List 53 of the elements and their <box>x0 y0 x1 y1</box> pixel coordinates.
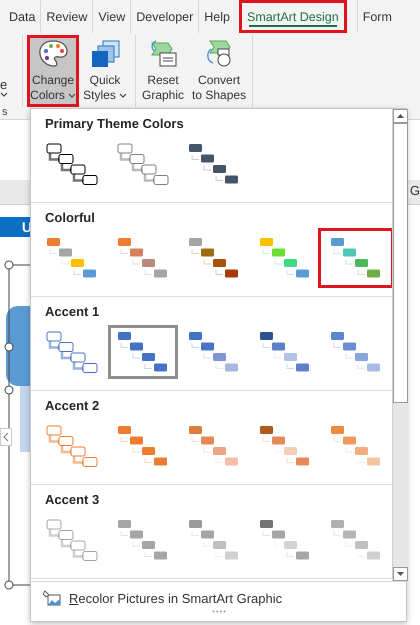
hierarchy-thumbnail-icon <box>45 330 99 374</box>
column-header: G <box>408 183 420 198</box>
ribbon-button[interactable]: Convert to Shapes <box>190 35 248 107</box>
color-option[interactable] <box>321 231 391 285</box>
hierarchy-thumbnail-icon <box>329 518 383 562</box>
scroll-down-button[interactable] <box>393 567 408 581</box>
ribbon-button[interactable]: Reset Graphic <box>140 35 186 107</box>
hierarchy-thumbnail-icon <box>329 236 383 280</box>
resize-grip-icon[interactable] <box>212 610 226 613</box>
hierarchy-thumbnail-icon <box>116 236 170 280</box>
ribbon-button[interactable]: Change Colors <box>27 35 79 107</box>
hierarchy-thumbnail-icon <box>187 330 241 374</box>
color-option[interactable] <box>108 325 178 379</box>
hierarchy-thumbnail-icon <box>116 330 170 374</box>
collapse-button[interactable] <box>0 428 12 446</box>
section-title: Accent 3 <box>44 492 100 509</box>
hierarchy-thumbnail-icon <box>187 142 241 186</box>
caret-icon <box>0 92 8 97</box>
section-title: Colorful <box>44 210 96 227</box>
hierarchy-thumbnail-icon <box>258 424 312 468</box>
hierarchy-thumbnail-icon <box>45 236 99 280</box>
hierarchy-thumbnail-icon <box>329 424 383 468</box>
scroll-up-button[interactable] <box>393 109 408 123</box>
stacked-squares-icon <box>89 39 121 69</box>
hierarchy-thumbnail-icon <box>329 330 383 374</box>
recolor-picture-icon <box>43 590 61 606</box>
ribbon-button-label[interactable]: e <box>0 77 8 92</box>
hierarchy-thumbnail-icon <box>45 142 99 186</box>
hierarchy-thumbnail-icon <box>258 518 312 562</box>
hierarchy-thumbnail-icon <box>187 424 241 468</box>
hierarchy-thumbnail-icon <box>116 518 170 562</box>
chevron-icon <box>3 432 9 442</box>
triangle-down-icon <box>397 572 404 576</box>
hierarchy-thumbnail-icon <box>116 424 170 468</box>
hierarchy-thumbnail-icon <box>258 236 312 280</box>
ribbon-button[interactable]: Quick Styles <box>79 35 131 107</box>
hierarchy-thumbnail-icon <box>187 518 241 562</box>
scrollbar-thumb[interactable] <box>393 123 408 403</box>
hierarchy-thumbnail-icon <box>187 236 241 280</box>
group-label: s <box>2 106 8 118</box>
section-title: Accent 1 <box>44 304 100 321</box>
hierarchy-thumbnail-icon <box>258 330 312 374</box>
selection-frame[interactable] <box>4 260 30 590</box>
section-title: Primary Theme Colors <box>44 116 185 133</box>
hierarchy-thumbnail-icon <box>116 142 170 186</box>
palette-icon <box>37 39 69 69</box>
ribbon-tab[interactable]: SmartArt Design <box>238 0 347 33</box>
triangle-up-icon <box>397 114 404 118</box>
ribbon-tab[interactable]: Data <box>4 0 40 33</box>
recolor-pictures-command[interactable]: Recolor Pictures in SmartArt Graphic <box>69 590 282 606</box>
section-title: Accent 2 <box>44 398 100 415</box>
hierarchy-thumbnail-icon <box>45 518 99 562</box>
hierarchy-thumbnail-icon <box>45 424 99 468</box>
